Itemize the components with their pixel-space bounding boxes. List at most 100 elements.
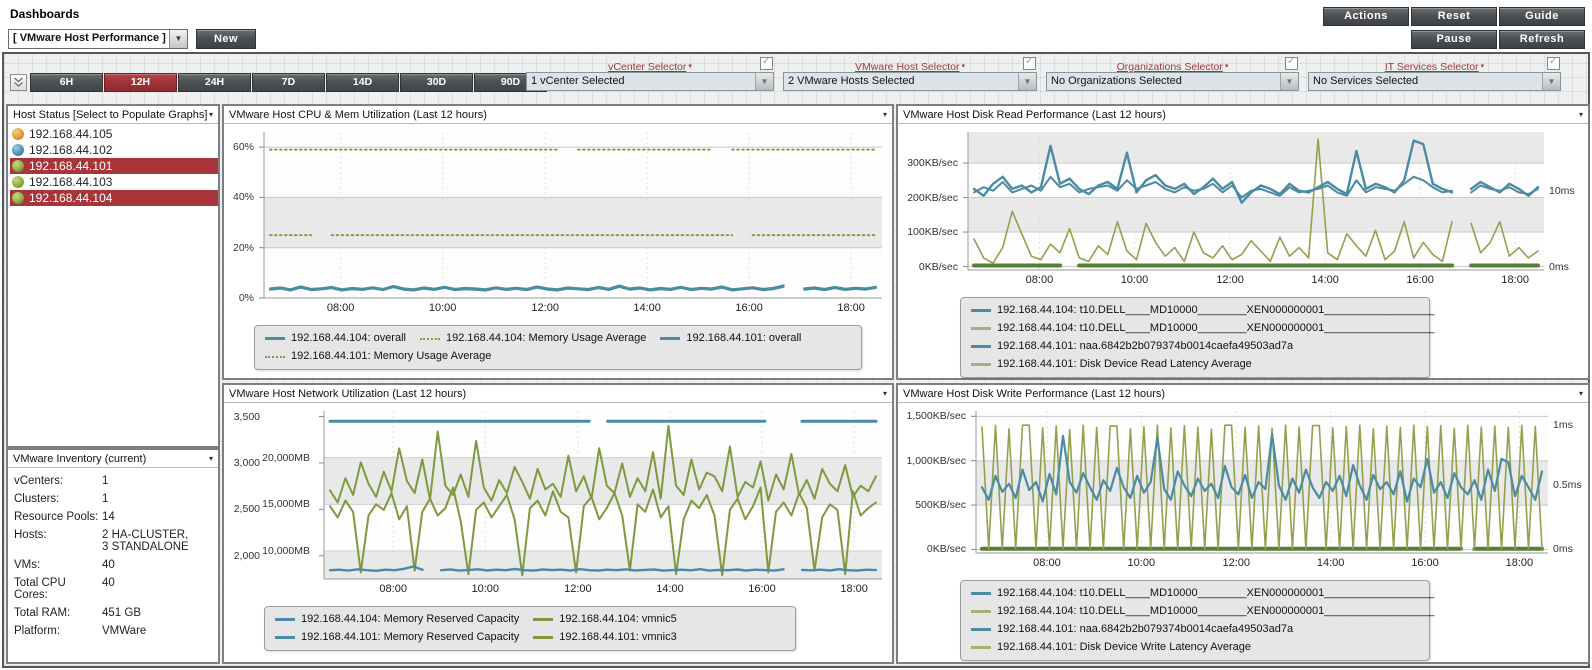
y-axis-tick: 0% — [238, 292, 254, 304]
y-axis-tick: 3,500 — [233, 410, 260, 423]
host-status-title: Host Status [Select to Populate Graphs] — [13, 108, 208, 121]
panel-menu-caret[interactable]: ▾ — [1579, 110, 1583, 119]
vmware-host-selector-dropdown[interactable]: 2 VMware Hosts Selected ▼ — [783, 72, 1037, 91]
legend-label: 192.168.44.104: Memory Usage Average — [445, 332, 647, 344]
it-services-selector-link[interactable]: IT Services Selector — [1385, 61, 1479, 73]
new-dashboard-button[interactable]: New — [196, 29, 256, 49]
host-status-ball-icon — [12, 144, 24, 156]
selector-checkbox[interactable] — [1547, 56, 1560, 70]
inventory-value: 1 — [102, 493, 109, 505]
legend-swatch — [971, 309, 991, 312]
y-axis-tick: 1,000KB/sec — [906, 454, 966, 467]
dashboard-select[interactable]: [ VMware Host Performance ] ▼ — [8, 29, 188, 49]
legend-label: 192.168.44.104: t10.DELL____MD10000_____… — [997, 587, 1435, 599]
legend-item: 192.168.44.101: Memory Reserved Capacity — [275, 629, 519, 646]
red-caret-icon: ▾ — [1224, 63, 1229, 70]
selector-col-2: Organizations Selector▾ No Organizations … — [1046, 56, 1299, 91]
host-row-192.168.44.103[interactable]: 192.168.44.103 — [10, 174, 218, 190]
panel-inventory: VMware Inventory (current) ▾ vCenters: 1 C… — [6, 448, 220, 664]
refresh-buttons: Pause Refresh — [1411, 30, 1585, 49]
y2-axis-tick: 0ms — [1549, 260, 1569, 273]
cpu-mem-chart: 0% 20% 40% 60% 08:00 10:00 12:00 14:00 16:00 18:0… — [224, 124, 892, 320]
x-axis-tick: 10:00 — [428, 302, 457, 314]
collapse-toolbar-icon[interactable] — [10, 74, 27, 91]
legend-swatch — [971, 327, 991, 330]
x-axis-tick: 14:00 — [1311, 274, 1339, 286]
panel-host-status: Host Status [Select to Populate Graphs] … — [6, 104, 220, 448]
panel-menu-caret[interactable]: ▾ — [209, 454, 213, 463]
panel-menu-caret[interactable]: ▾ — [883, 110, 887, 119]
vcenter-selector-dropdown[interactable]: 1 vCenter Selected ▼ — [526, 72, 774, 91]
disk-write-chart: 0KB/sec 500KB/sec 1,000KB/sec 1,500KB/sec 1m… — [898, 403, 1588, 575]
time-range-24h[interactable]: 24H — [178, 73, 251, 92]
organizations-selector-link[interactable]: Organizations Selector — [1117, 61, 1223, 73]
legend-swatch — [971, 592, 991, 595]
panel-menu-caret[interactable]: ▾ — [1579, 389, 1583, 398]
panel-menu-caret[interactable]: ▾ — [209, 110, 213, 119]
x-axis-tick: 18:00 — [1501, 274, 1529, 286]
host-ip: 192.168.44.104 — [29, 191, 113, 205]
legend-item: 192.168.44.101: Disk Device Read Latency… — [971, 356, 1252, 373]
selector-checkbox[interactable] — [1285, 56, 1298, 70]
selector-checkbox[interactable] — [1023, 56, 1036, 70]
dashboard-canvas: 6H12H24H7D14D30D90D vCenter Selector▾1 v… — [2, 52, 1590, 668]
dropdown-value: No Organizations Selected — [1051, 75, 1182, 87]
legend-item: 192.168.44.101: Memory Usage Average — [265, 348, 491, 365]
disk-write-legend: 192.168.44.104: t10.DELL____MD10000_____… — [960, 580, 1434, 661]
vmware-host-selector-link[interactable]: VMware Host Selector — [855, 61, 959, 73]
inventory-row: Resource Pools: 14 — [14, 508, 212, 526]
inventory-value: 1 — [102, 475, 109, 487]
pause-button[interactable]: Pause — [1411, 30, 1497, 49]
vcenter-selector-link[interactable]: vCenter Selector — [608, 61, 686, 73]
legend-item: 192.168.44.104: vmnic5 — [533, 611, 677, 628]
legend-label: 192.168.44.104: t10.DELL____MD10000_____… — [997, 322, 1435, 334]
cpu-mem-plot-svg — [259, 132, 882, 299]
legend-label: 192.168.44.101: Memory Usage Average — [291, 350, 492, 362]
y2-axis-tick: 10ms — [1549, 184, 1575, 197]
inventory-value: 14 — [102, 511, 115, 523]
inventory-row: Hosts: 2 HA-CLUSTER, 3 STANDALONE — [14, 526, 212, 556]
selector-checkbox[interactable] — [760, 56, 773, 70]
host-row-192.168.44.104[interactable]: 192.168.44.104 — [10, 190, 218, 206]
time-range-14d[interactable]: 14D — [326, 73, 399, 92]
disk-write-legend-slot: 192.168.44.104: t10.DELL____MD10000_____… — [898, 580, 1588, 661]
x-axis-tick: 12:00 — [564, 583, 592, 595]
inventory-label: VMs: — [14, 559, 41, 571]
inventory-row: VMs: 40 — [14, 556, 212, 574]
inner-y-axis-tick: 20,000MB — [262, 451, 310, 464]
inventory-value: VMWare — [102, 625, 147, 637]
chevron-down-icon[interactable]: ▼ — [169, 30, 187, 48]
inventory-row: Platform: VMWare — [14, 622, 212, 640]
y-axis-tick: 100KB/sec — [907, 226, 958, 239]
panel-disk-read-chart: VMware Host Disk Read Performance (Last … — [896, 104, 1590, 380]
network-legend: 192.168.44.104: Memory Reserved Capacity… — [264, 606, 796, 651]
host-row-192.168.44.102[interactable]: 192.168.44.102 — [10, 142, 218, 158]
disk-read-header: VMware Host Disk Read Performance (Last … — [898, 106, 1588, 124]
actions-button[interactable]: Actions — [1323, 7, 1409, 26]
host-row-192.168.44.105[interactable]: 192.168.44.105 — [10, 126, 218, 142]
it-services-selector-dropdown[interactable]: No Services Selected ▼ — [1308, 72, 1561, 91]
y2-axis-tick: 0ms — [1553, 543, 1573, 556]
legend-label: 192.168.44.104: vmnic5 — [559, 613, 677, 625]
reset-button[interactable]: Reset — [1411, 7, 1497, 26]
refresh-button[interactable]: Refresh — [1499, 30, 1585, 49]
network-title: VMware Host Network Utilization (Last 12… — [229, 387, 467, 400]
top-action-buttons: Actions Reset Guide — [1323, 7, 1585, 26]
host-list: 192.168.44.105 192.168.44.102 192.168.44.1… — [8, 124, 218, 206]
time-range-12h[interactable]: 12H — [104, 73, 177, 92]
inventory-label: Clusters: — [14, 493, 60, 505]
inventory-value: 40 — [102, 577, 115, 589]
legend-label: 192.168.44.101: naa.6842b2b079374b0014ca… — [997, 623, 1294, 635]
host-row-192.168.44.101[interactable]: 192.168.44.101 — [10, 158, 218, 174]
panel-network-chart: VMware Host Network Utilization (Last 12… — [222, 383, 894, 664]
panel-menu-caret[interactable]: ▾ — [883, 389, 887, 398]
y-axis-tick: 1,500KB/sec — [906, 410, 966, 423]
guide-button[interactable]: Guide — [1499, 7, 1585, 26]
inventory-label: Resource Pools: — [14, 511, 99, 523]
time-range-6h[interactable]: 6H — [30, 73, 103, 92]
legend-item: 192.168.44.104: t10.DELL____MD10000_____… — [971, 302, 1434, 319]
legend-item: 192.168.44.104: Memory Reserved Capacity — [275, 611, 519, 628]
time-range-30d[interactable]: 30D — [400, 73, 473, 92]
time-range-7d[interactable]: 7D — [252, 73, 325, 92]
organizations-selector-dropdown[interactable]: No Organizations Selected ▼ — [1046, 72, 1299, 91]
